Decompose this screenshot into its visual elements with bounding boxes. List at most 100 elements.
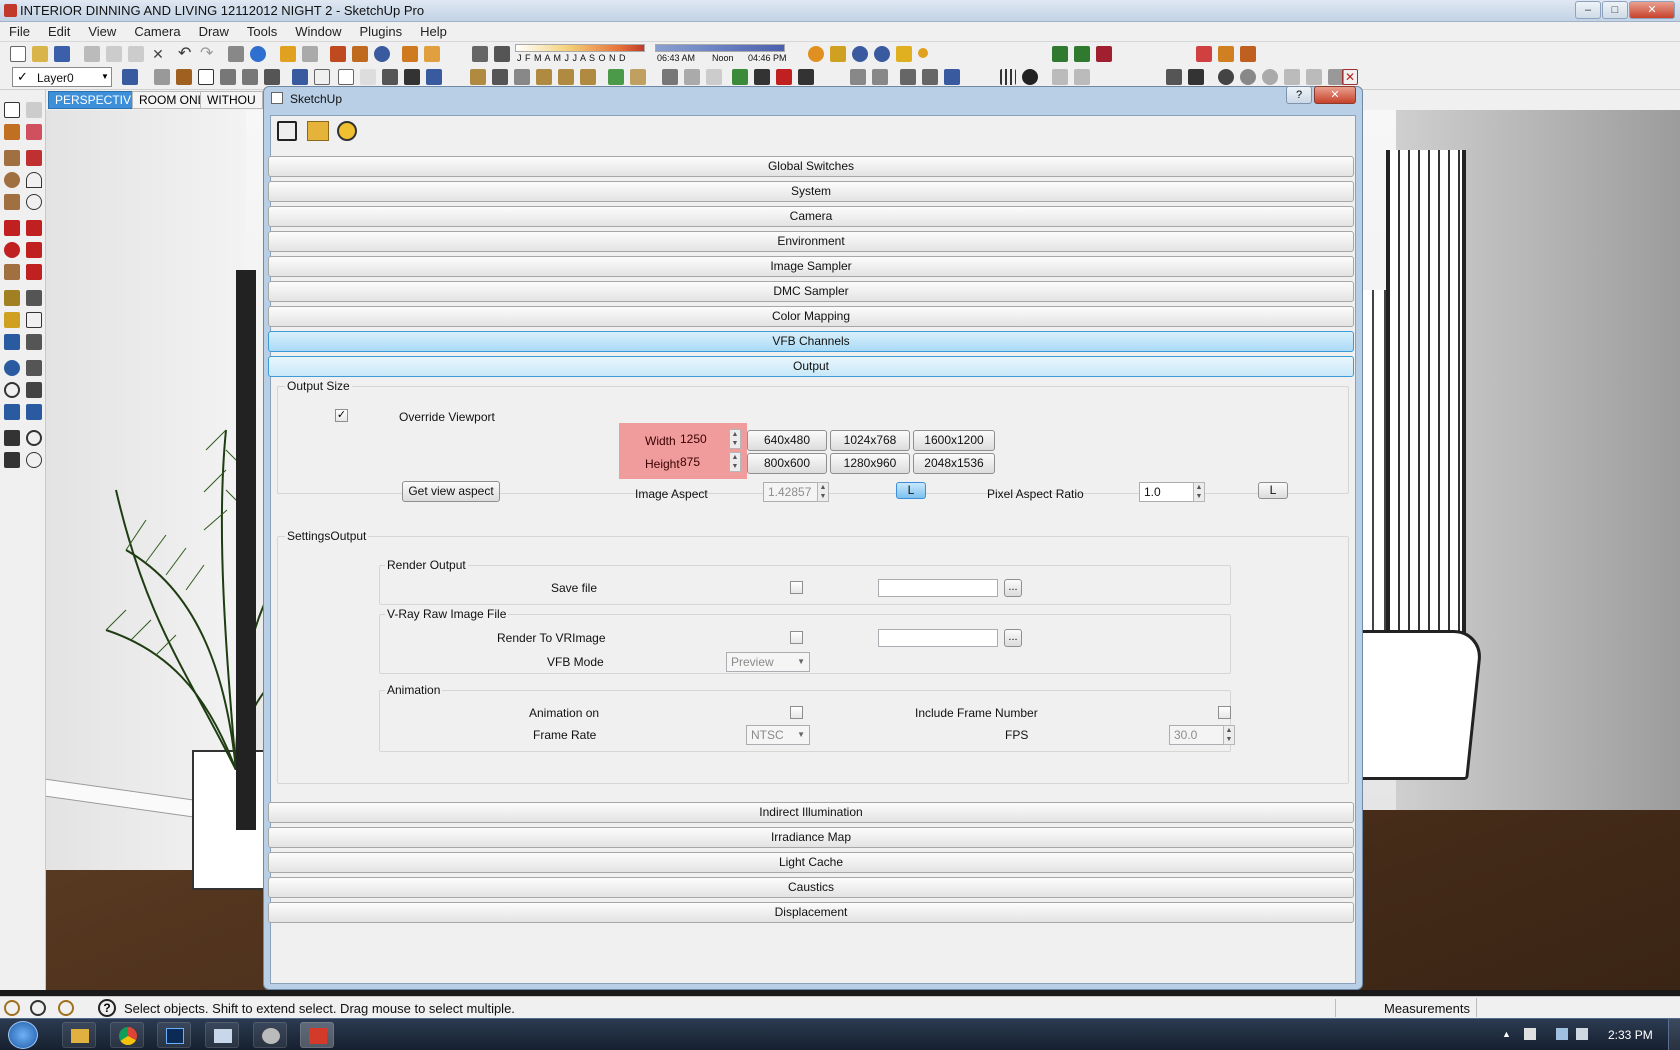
shaded-icon[interactable]: [360, 69, 376, 85]
print-icon[interactable]: [228, 46, 244, 62]
tool-icon-12[interactable]: [1240, 69, 1256, 85]
move-icon[interactable]: [4, 220, 20, 236]
shadow-time-slider[interactable]: [655, 44, 785, 52]
monitor-icon[interactable]: [1188, 69, 1204, 85]
include-frame-number-checkbox[interactable]: [1218, 706, 1231, 719]
save-settings-icon[interactable]: [277, 121, 297, 141]
preset-640x480-button[interactable]: 640x480: [747, 430, 827, 451]
animation-on-checkbox[interactable]: [790, 706, 803, 719]
style-icon-5[interactable]: [558, 69, 574, 85]
help-icon[interactable]: ?: [98, 999, 116, 1017]
tree-icon-2[interactable]: [1074, 46, 1090, 62]
credits-icon[interactable]: [30, 1000, 46, 1016]
red-cube-icon[interactable]: [776, 69, 792, 85]
front-view-icon[interactable]: [198, 69, 214, 85]
tool-icon-7[interactable]: [922, 69, 938, 85]
maximize-button[interactable]: □: [1602, 1, 1628, 19]
position-camera-icon[interactable]: [4, 430, 20, 446]
load-settings-icon[interactable]: [307, 121, 329, 141]
tool-icon-11[interactable]: [1166, 69, 1182, 85]
select-icon[interactable]: [4, 102, 20, 118]
taskbar-clock[interactable]: 2:33 PM: [1608, 1028, 1653, 1042]
layer-manager-icon[interactable]: [122, 69, 138, 85]
height-input[interactable]: 875: [675, 452, 731, 472]
override-viewport-checkbox[interactable]: ✓: [335, 409, 348, 422]
style-icon-6[interactable]: [580, 69, 596, 85]
3d-text-icon[interactable]: [26, 334, 42, 350]
fire-icon-2[interactable]: [1218, 46, 1234, 62]
light-icon[interactable]: [402, 46, 418, 62]
paint-bucket-icon[interactable]: [4, 124, 20, 140]
push-pull-icon[interactable]: [26, 220, 42, 236]
protractor-icon[interactable]: [4, 312, 20, 328]
pan-icon[interactable]: [26, 360, 42, 376]
get-view-aspect-button[interactable]: Get view aspect: [402, 481, 500, 502]
cut-icon[interactable]: [84, 46, 100, 62]
tool-icon-8[interactable]: [944, 69, 960, 85]
section-system[interactable]: System: [268, 181, 1354, 202]
save-file-checkbox[interactable]: [790, 581, 803, 594]
pencil-icon[interactable]: [26, 150, 42, 166]
tool-icon-2[interactable]: [684, 69, 700, 85]
eraser-icon[interactable]: [26, 124, 42, 140]
taskbar-photoshop-icon[interactable]: [157, 1022, 191, 1048]
width-spinner[interactable]: ▲ ▼: [729, 429, 741, 449]
save-file-browse-button[interactable]: ...: [1004, 579, 1022, 597]
section-image-sampler[interactable]: Image Sampler: [268, 256, 1354, 277]
preset-1024x768-button[interactable]: 1024x768: [830, 430, 910, 451]
people-icon[interactable]: [1096, 46, 1112, 62]
height-spinner[interactable]: ▲ ▼: [729, 452, 741, 472]
tool-icon-6[interactable]: [900, 69, 916, 85]
menu-window[interactable]: Window: [286, 22, 350, 39]
tool-icon-13[interactable]: [1262, 69, 1278, 85]
fps-input[interactable]: 30.0: [1169, 725, 1225, 745]
show-desktop-button[interactable]: [1668, 1019, 1680, 1050]
frame-rate-select[interactable]: NTSC ▼: [746, 725, 810, 745]
vray-render-icon[interactable]: [330, 46, 346, 62]
menu-camera[interactable]: Camera: [125, 22, 189, 39]
signin-icon[interactable]: [58, 1000, 74, 1016]
pixel-aspect-input[interactable]: 1.0: [1139, 482, 1195, 502]
polygon-icon[interactable]: [4, 194, 20, 210]
section-plane-tool-icon[interactable]: [26, 452, 42, 468]
back-view-icon[interactable]: [242, 69, 258, 85]
zoom-extents-icon[interactable]: [4, 404, 20, 420]
menu-edit[interactable]: Edit: [39, 22, 79, 39]
section-camera[interactable]: Camera: [268, 206, 1354, 227]
tool-icon-10[interactable]: [1074, 69, 1090, 85]
vray-material-icon[interactable]: [374, 46, 390, 62]
tool-icon-1[interactable]: [662, 69, 678, 85]
share-icon[interactable]: [302, 46, 318, 62]
taskbar-app5-icon[interactable]: [253, 1022, 287, 1048]
section-vfb-channels[interactable]: VFB Channels: [268, 331, 1354, 352]
image-aspect-input[interactable]: 1.42857: [763, 482, 819, 502]
width-input[interactable]: 1250: [675, 429, 731, 449]
tool-icon-15[interactable]: [1306, 69, 1322, 85]
vfb-mode-select[interactable]: Preview ▼: [726, 652, 810, 672]
menu-file[interactable]: File: [0, 22, 39, 39]
xray-icon[interactable]: [292, 69, 308, 85]
section-plane-icon[interactable]: [426, 69, 442, 85]
tab-without[interactable]: WITHOU: [200, 91, 263, 109]
tool-icon-3[interactable]: [706, 69, 722, 85]
hidden-line-icon[interactable]: [338, 69, 354, 85]
top-view-icon[interactable]: [176, 69, 192, 85]
redo-icon[interactable]: ↷: [200, 46, 216, 62]
wireframe-icon[interactable]: [314, 69, 330, 85]
dialog-help-button[interactable]: ?: [1286, 86, 1312, 104]
taskbar-chrome-icon[interactable]: [110, 1022, 144, 1048]
taskbar-explorer-icon[interactable]: [62, 1022, 96, 1048]
left-view-icon[interactable]: [264, 69, 280, 85]
dimension-icon[interactable]: [26, 290, 42, 306]
minimize-button[interactable]: –: [1575, 1, 1601, 19]
vrimage-browse-button[interactable]: ...: [1004, 629, 1022, 647]
section-environment[interactable]: Environment: [268, 231, 1354, 252]
menu-view[interactable]: View: [79, 22, 125, 39]
offset-icon[interactable]: [26, 264, 42, 280]
new-file-icon[interactable]: [10, 46, 26, 62]
fire-icon-3[interactable]: [1240, 46, 1256, 62]
help-circle-icon[interactable]: [874, 46, 890, 62]
measurements-input[interactable]: [1476, 998, 1676, 1017]
shadow-month-slider[interactable]: [515, 44, 645, 52]
right-view-icon[interactable]: [220, 69, 236, 85]
